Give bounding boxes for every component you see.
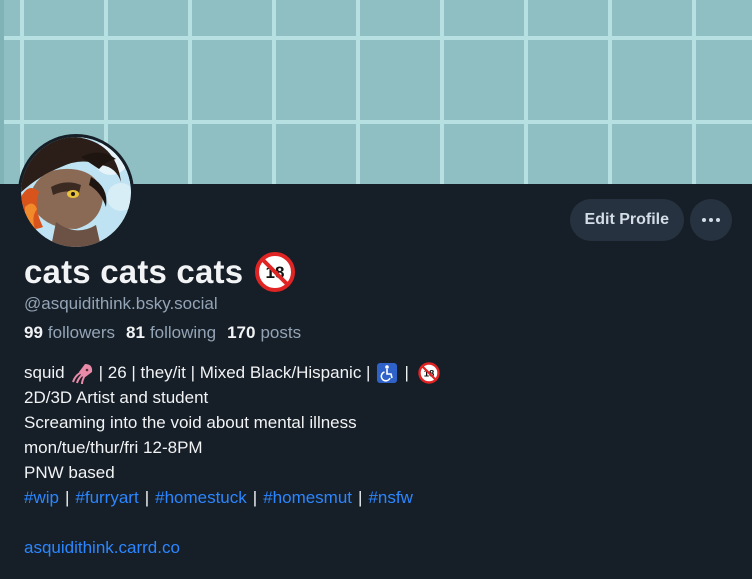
bio-separator: | — [144, 488, 150, 507]
posts-stat: 170 posts — [227, 323, 301, 343]
bio-text: | 26 | they/it | Mixed Black/Hispanic | — [98, 363, 371, 382]
bio-separator: | — [252, 488, 258, 507]
bio-separator: | — [64, 488, 70, 507]
followers-stat[interactable]: 99 followers — [24, 323, 115, 343]
bio-separator: | — [358, 488, 363, 507]
website-line: asquidithink.carrd.co — [24, 535, 440, 560]
edit-profile-button[interactable]: Edit Profile — [569, 199, 684, 241]
bio-line: squid | 26 | they/it | Mixed Black/Hispa… — [24, 360, 440, 385]
hashtag-link[interactable]: #furryart — [75, 485, 138, 510]
following-stat[interactable]: 81 following — [126, 323, 216, 343]
no-under-18-icon: 18 — [418, 361, 440, 384]
hashtag-link[interactable]: #nsfw — [368, 485, 412, 510]
posts-count: 170 — [227, 323, 256, 342]
hashtag-line: #wip | #furryart | #homestuck | #homesmu… — [24, 485, 440, 510]
no-under-18-icon: 18 — [255, 252, 296, 292]
following-count: 81 — [126, 323, 145, 342]
hashtag-link[interactable]: #homestuck — [155, 485, 247, 510]
bio-line: mon/tue/thur/fri 12-8PM — [24, 438, 203, 457]
display-name: cats cats cats — [24, 253, 244, 290]
bio-line: Screaming into the void about mental ill… — [24, 413, 357, 432]
following-label: following — [149, 323, 217, 342]
hashtag-link[interactable]: #wip — [24, 485, 59, 510]
bio-blank-line — [24, 510, 440, 535]
followers-count: 99 — [24, 323, 43, 342]
banner-edge — [0, 0, 4, 184]
avatar[interactable] — [18, 134, 134, 250]
posts-label: posts — [260, 323, 302, 342]
bio-line: PNW based — [24, 463, 115, 482]
website-link[interactable]: asquidithink.carrd.co — [24, 535, 180, 560]
avatar-image — [21, 137, 131, 247]
profile-actions: Edit Profile — [569, 199, 732, 241]
profile-stats: 99 followers 81 following 170 posts — [24, 323, 312, 343]
followers-label: followers — [47, 323, 116, 342]
more-options-button[interactable] — [690, 199, 732, 241]
bio-text: squid — [24, 363, 65, 382]
name-row: cats cats cats 18 — [24, 252, 296, 292]
ellipsis-icon — [702, 218, 720, 222]
bio-line: 2D/3D Artist and student — [24, 388, 209, 407]
profile-bio: squid | 26 | they/it | Mixed Black/Hispa… — [24, 360, 440, 560]
bio-separator: | — [404, 363, 409, 382]
profile-handle: @asquidithink.bsky.social — [24, 294, 218, 313]
hashtag-link[interactable]: #homesmut — [263, 485, 352, 510]
wheelchair-icon — [377, 362, 398, 383]
squid-icon — [71, 363, 92, 384]
